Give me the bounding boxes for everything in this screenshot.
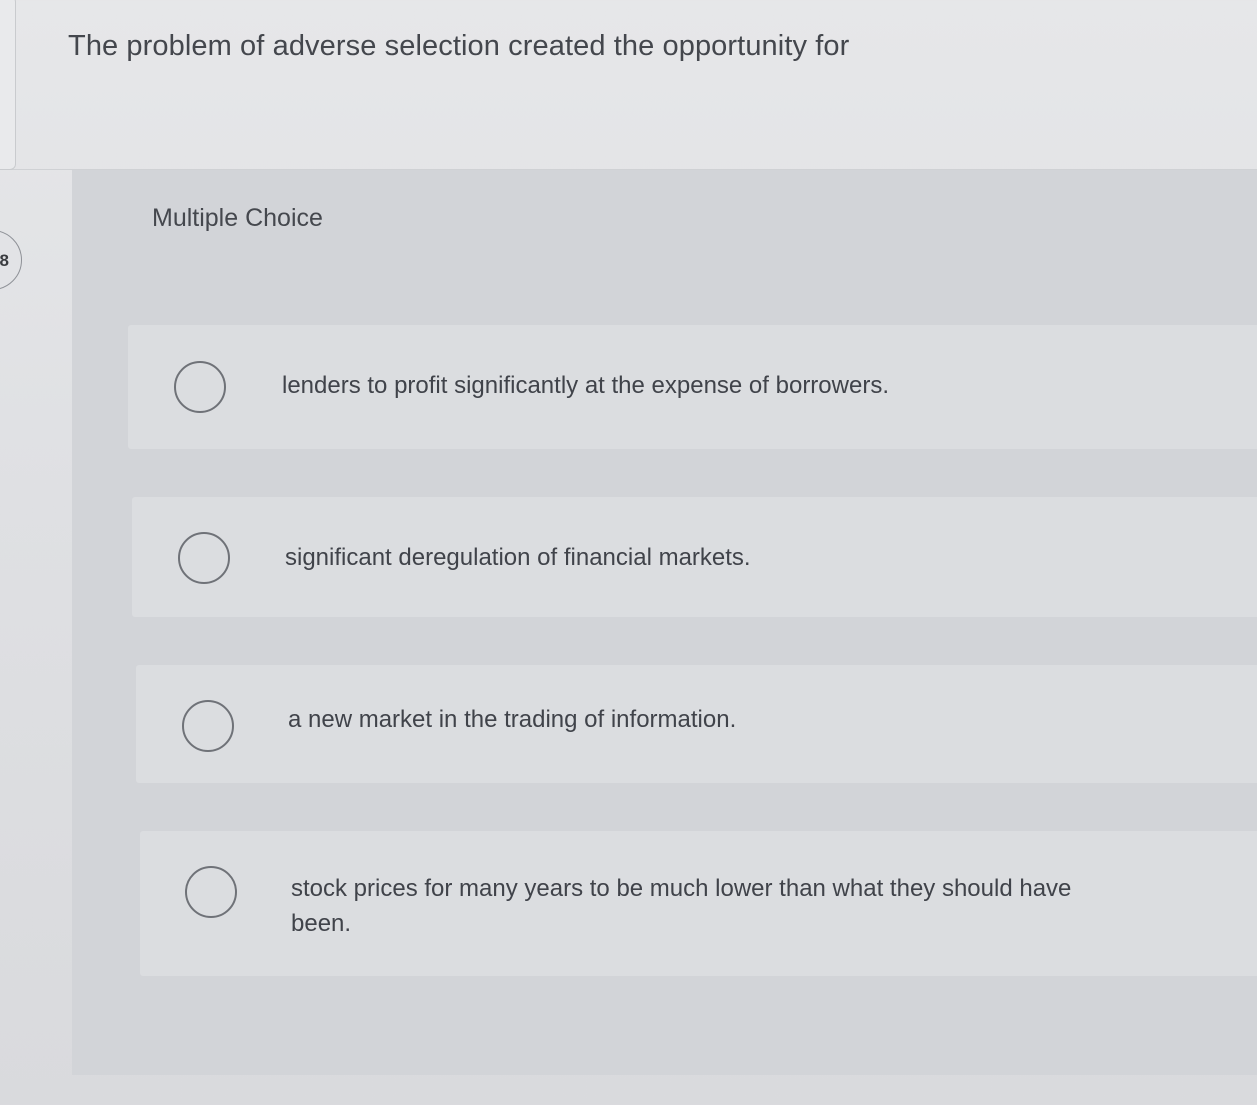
answer-option-1-label: lenders to profit significantly at the e… (282, 372, 889, 399)
question-number: 8 (0, 251, 9, 270)
question-card-edge (0, 0, 16, 170)
question-text: The problem of adverse selection created… (68, 30, 850, 62)
answer-option-2[interactable]: significant deregulation of financial ma… (132, 497, 1257, 617)
question-panel (0, 0, 1257, 170)
multiple-choice-header: Multiple Choice (152, 204, 323, 232)
answer-option-3-label: a new market in the trading of informati… (288, 706, 737, 733)
question-number-badge: 8 (0, 230, 22, 290)
answer-option-1[interactable]: lenders to profit significantly at the e… (128, 325, 1257, 449)
answer-option-3[interactable]: a new market in the trading of informati… (136, 665, 1257, 783)
multiple-choice-panel: Multiple Choice lenders to profit signif… (72, 170, 1257, 1075)
answer-option-2-label: significant deregulation of financial ma… (285, 544, 751, 571)
radio-button-option-1[interactable] (174, 361, 226, 413)
answer-option-4[interactable]: stock prices for many years to be much l… (140, 831, 1257, 976)
radio-button-option-4[interactable] (185, 866, 237, 918)
radio-button-option-3[interactable] (182, 700, 234, 752)
answer-option-4-label: stock prices for many years to be much l… (291, 875, 1072, 937)
radio-button-option-2[interactable] (178, 532, 230, 584)
